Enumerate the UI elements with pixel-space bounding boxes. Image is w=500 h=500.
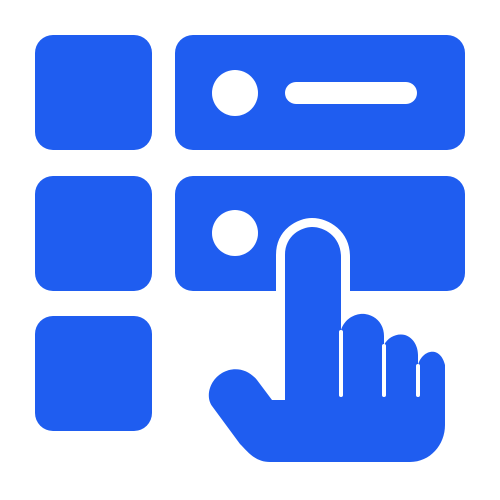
list-row-1	[175, 35, 465, 150]
list-row-2-dot	[212, 210, 258, 256]
list-row-1-dot	[212, 70, 258, 116]
list-tap-icon	[35, 35, 465, 471]
grid-tile-3	[35, 316, 152, 431]
grid-tile-1	[35, 35, 152, 150]
list-tap-icon-canvas	[0, 0, 500, 500]
grid-tile-2	[35, 176, 152, 291]
list-row-1-line	[285, 82, 417, 104]
